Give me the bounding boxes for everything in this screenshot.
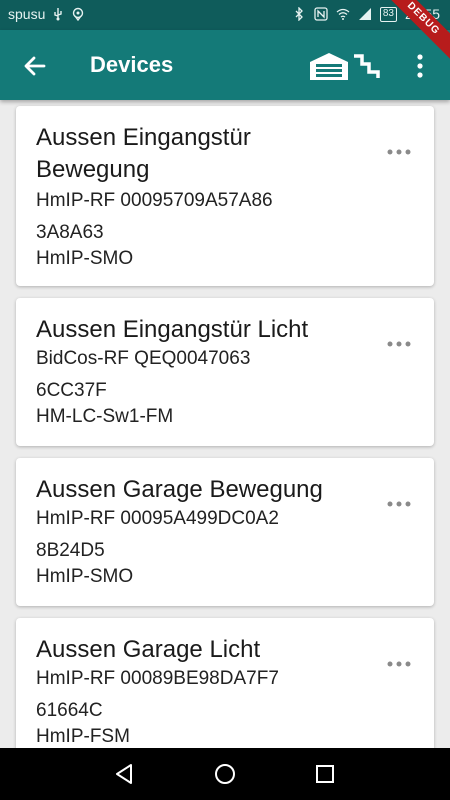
arrow-back-icon[interactable] [20,51,50,81]
location-icon [73,7,84,21]
more-horiz-icon[interactable] [386,659,412,669]
device-card[interactable]: Aussen Eingangstür Bewegung HmIP-RF 0009… [16,106,434,286]
device-address: BidCos-RF QEQ0047063 [36,348,251,369]
device-id: 61664C [36,700,103,721]
more-vert-icon[interactable] [410,52,430,80]
more-horiz-icon[interactable] [386,339,412,349]
more-horiz-icon[interactable] [386,499,412,509]
back-triangle-icon[interactable] [111,760,139,788]
usb-icon [54,8,63,21]
carrier-label: spusu [8,6,46,22]
garage-icon[interactable] [308,50,350,82]
status-bar: spusu 83 22:55 [0,0,450,30]
page-title: Devices [90,52,174,77]
system-nav-bar [0,748,450,800]
device-name: Aussen Eingangstür Bewegung [36,124,251,183]
device-name: Aussen Eingangstür Licht [36,316,309,343]
device-card[interactable]: Aussen Garage Bewegung HmIP-RF 00095A499… [16,458,434,606]
device-card[interactable]: Aussen Garage Licht HmIP-RF 00089BE98DA7… [16,618,434,748]
device-list: Aussen Eingangstür Bewegung HmIP-RF 0009… [0,100,450,748]
wifi-icon [336,8,350,20]
device-model: HM-LC-Sw1-FM [36,406,174,427]
device-id: 8B24D5 [36,540,105,561]
bluetooth-icon [295,7,303,21]
app-bar: Devices [0,30,450,100]
device-model: HmIP-FSM [36,726,130,747]
signal-icon [358,8,371,20]
device-address: HmIP-RF 00095A499DC0A2 [36,508,279,529]
battery-indicator: 83 [379,6,397,22]
device-name: Aussen Garage Licht [36,636,261,663]
home-circle-icon[interactable] [211,760,239,788]
nfc-icon [314,7,328,21]
device-id: 6CC37F [36,380,107,401]
more-horiz-icon[interactable] [386,147,412,157]
device-model: HmIP-SMO [36,248,134,269]
device-address: HmIP-RF 00089BE98DA7F7 [36,668,279,689]
device-address: HmIP-RF 00095709A57A86 [36,190,273,211]
device-id: 3A8A63 [36,222,104,243]
device-card[interactable]: Aussen Eingangstür Licht BidCos-RF QEQ00… [16,298,434,446]
recents-square-icon[interactable] [311,760,339,788]
stairs-icon[interactable] [352,52,380,80]
device-name: Aussen Garage Bewegung [36,476,323,503]
device-model: HmIP-SMO [36,566,134,587]
